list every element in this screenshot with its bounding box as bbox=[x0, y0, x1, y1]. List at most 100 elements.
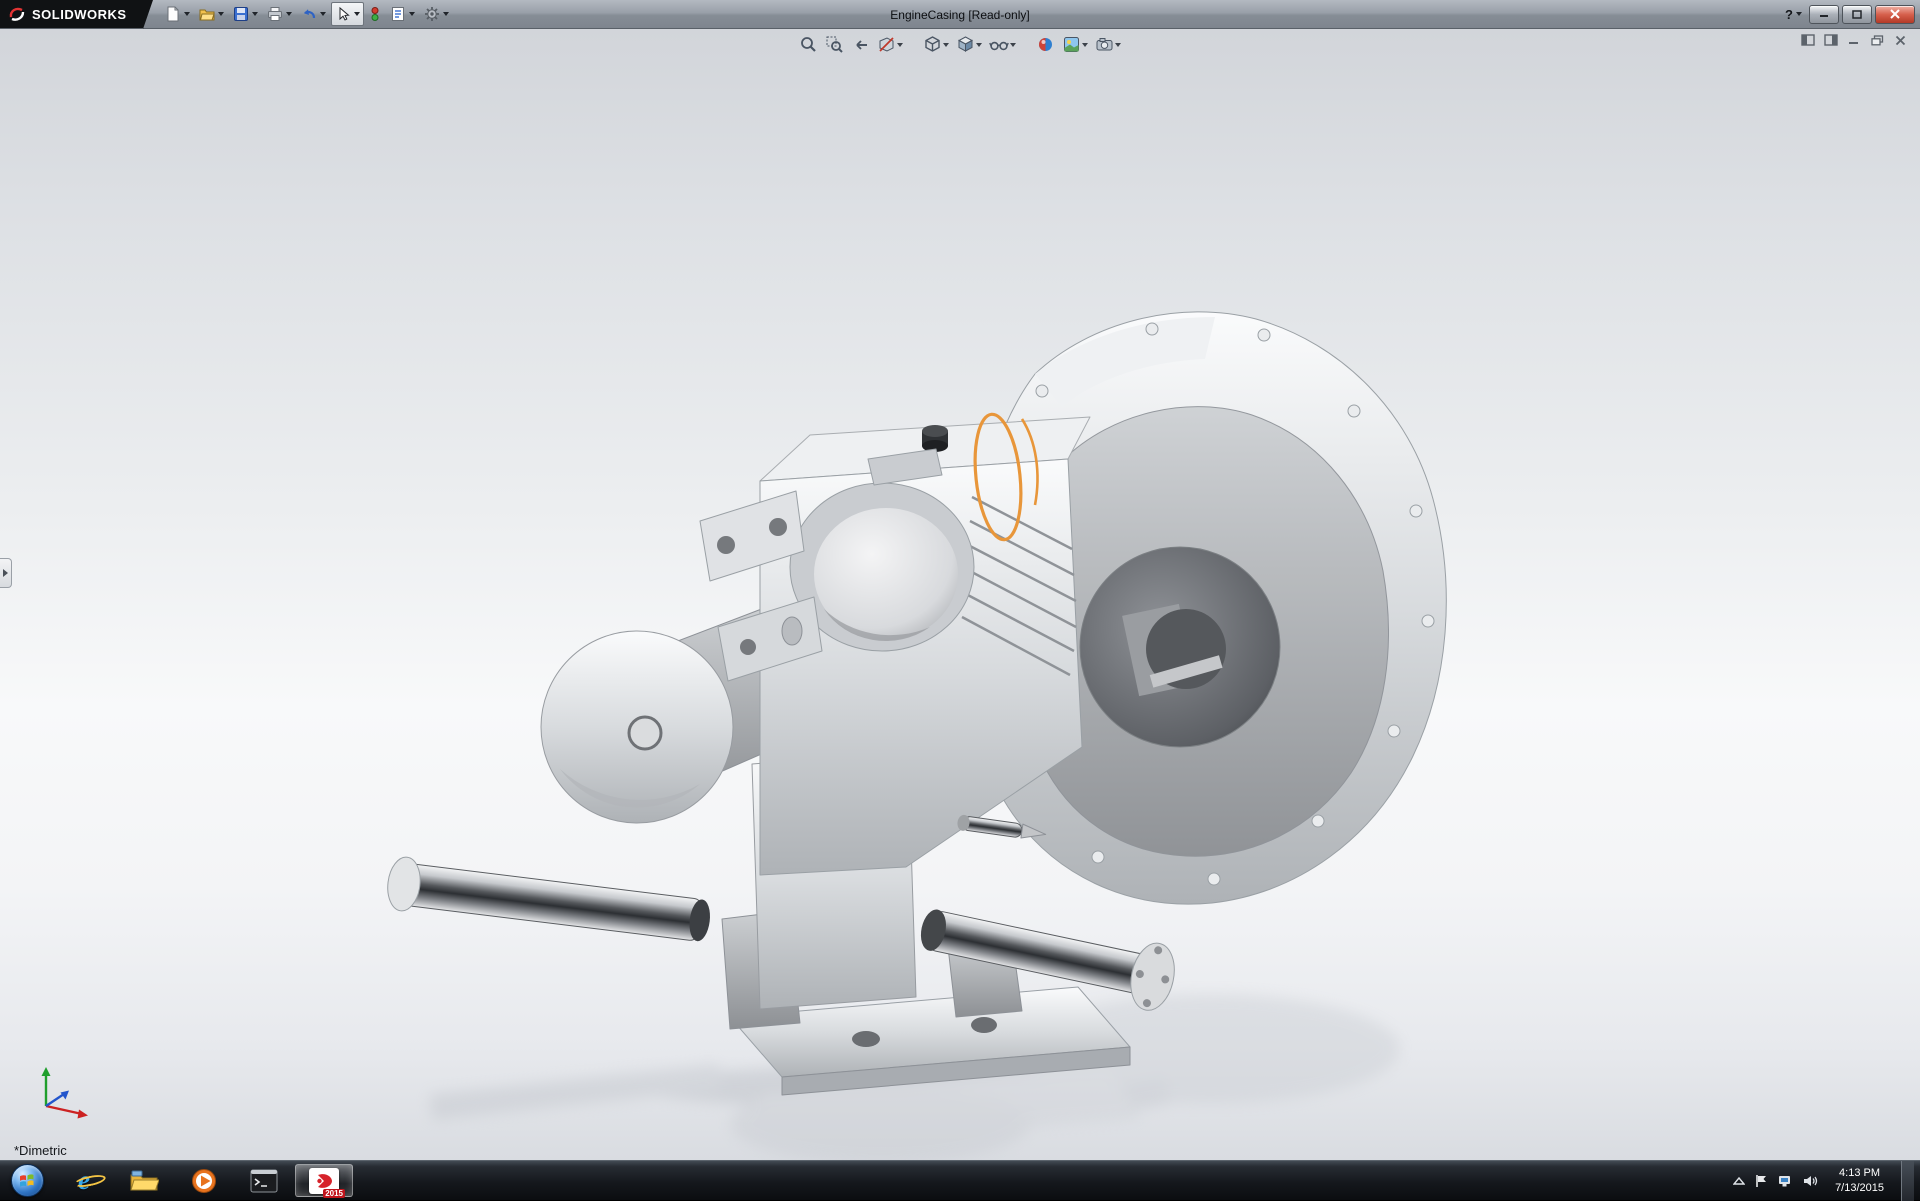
clock-date: 7/13/2015 bbox=[1835, 1181, 1884, 1195]
apply-scene-icon bbox=[1062, 35, 1081, 54]
new-dropdown-arrow[interactable] bbox=[184, 12, 190, 16]
volume-icon bbox=[1802, 1174, 1818, 1188]
select-button[interactable] bbox=[331, 2, 364, 26]
close-icon bbox=[1890, 9, 1900, 19]
file-properties-dropdown-arrow[interactable] bbox=[409, 12, 415, 16]
volume-button[interactable] bbox=[1802, 1174, 1818, 1188]
view-orientation-dropdown-arrow[interactable] bbox=[943, 43, 949, 47]
graphics-area[interactable]: *Dimetric bbox=[0, 29, 1920, 1160]
apply-scene-dropdown-arrow[interactable] bbox=[1082, 43, 1088, 47]
open-dropdown-arrow[interactable] bbox=[218, 12, 224, 16]
save-dropdown-arrow[interactable] bbox=[252, 12, 258, 16]
solidworks-version-badge: 2015 bbox=[323, 1189, 345, 1198]
taskbar-item-command-prompt[interactable] bbox=[235, 1164, 293, 1197]
new-button[interactable] bbox=[161, 2, 194, 26]
command-prompt-icon bbox=[250, 1169, 278, 1193]
doc-restore-icon bbox=[1871, 35, 1884, 46]
display-style-button[interactable] bbox=[954, 33, 984, 56]
display-style-dropdown-arrow[interactable] bbox=[976, 43, 982, 47]
solidworks-app-icon: 2015 bbox=[309, 1168, 339, 1194]
clock-time: 4:13 PM bbox=[1835, 1166, 1884, 1180]
previous-view-icon bbox=[851, 35, 870, 54]
taskbar-item-media-player[interactable] bbox=[175, 1164, 233, 1197]
action-center-flag-icon bbox=[1754, 1174, 1768, 1188]
hidden-icons-button[interactable] bbox=[1733, 1176, 1745, 1186]
select-cursor-icon bbox=[335, 6, 351, 22]
help-dropdown-arrow[interactable] bbox=[1796, 12, 1802, 16]
open-button[interactable] bbox=[195, 2, 228, 26]
tile-left-icon bbox=[1801, 34, 1815, 46]
section-view-button[interactable] bbox=[875, 33, 905, 56]
hide-show-items-icon bbox=[989, 35, 1009, 54]
solidworks-logo-text: SOLIDWORKS bbox=[32, 7, 127, 22]
close-button[interactable] bbox=[1875, 5, 1915, 24]
network-icon bbox=[1777, 1174, 1793, 1188]
edit-appearance-button[interactable] bbox=[1034, 33, 1057, 56]
windows-taskbar: e 2015 bbox=[0, 1160, 1920, 1200]
zoom-to-area-icon bbox=[825, 35, 844, 54]
minimize-button[interactable] bbox=[1809, 5, 1839, 24]
zoom-to-area-button[interactable] bbox=[823, 33, 846, 56]
doc-tile-right-button[interactable] bbox=[1823, 33, 1839, 47]
titlebar-window-controls: ? bbox=[1781, 5, 1920, 24]
model-viewport[interactable] bbox=[0, 29, 1920, 1160]
maximize-button[interactable] bbox=[1842, 5, 1872, 24]
engine-casing-model[interactable] bbox=[385, 312, 1446, 1095]
new-document-icon bbox=[165, 6, 181, 22]
doc-close-icon bbox=[1895, 35, 1906, 46]
document-window-controls bbox=[1800, 33, 1908, 47]
hide-show-dropdown-arrow[interactable] bbox=[1010, 43, 1016, 47]
feature-manager-flyout-tab[interactable] bbox=[0, 558, 12, 588]
title-bar: SOLIDWORKS bbox=[0, 0, 1920, 29]
expand-arrow-icon bbox=[3, 569, 8, 577]
print-dropdown-arrow[interactable] bbox=[286, 12, 292, 16]
view-orientation-label: *Dimetric bbox=[14, 1143, 67, 1158]
show-desktop-button[interactable] bbox=[1901, 1161, 1914, 1201]
rebuild-icon bbox=[369, 6, 381, 22]
view-settings-dropdown-arrow[interactable] bbox=[1115, 43, 1121, 47]
windows-explorer-icon bbox=[129, 1169, 159, 1193]
apply-scene-button[interactable] bbox=[1060, 33, 1090, 56]
minimize-icon bbox=[1819, 10, 1829, 18]
doc-close-button[interactable] bbox=[1892, 33, 1908, 47]
hidden-icons-chevron-icon bbox=[1733, 1176, 1745, 1186]
left-shaft bbox=[385, 855, 713, 948]
open-folder-icon bbox=[199, 6, 215, 22]
tile-right-icon bbox=[1824, 34, 1838, 46]
rebuild-button[interactable] bbox=[365, 2, 385, 26]
taskbar-item-internet-explorer[interactable]: e bbox=[55, 1164, 113, 1197]
file-properties-button[interactable] bbox=[386, 2, 419, 26]
doc-minimize-icon bbox=[1848, 35, 1860, 45]
section-view-icon bbox=[877, 35, 896, 54]
doc-minimize-button[interactable] bbox=[1846, 33, 1862, 47]
options-dropdown-arrow[interactable] bbox=[443, 12, 449, 16]
view-settings-button[interactable] bbox=[1093, 33, 1123, 56]
network-button[interactable] bbox=[1777, 1174, 1793, 1188]
section-view-dropdown-arrow[interactable] bbox=[897, 43, 903, 47]
select-dropdown-arrow[interactable] bbox=[354, 12, 360, 16]
media-player-icon bbox=[191, 1168, 217, 1194]
previous-view-button[interactable] bbox=[849, 33, 872, 56]
doc-tile-left-button[interactable] bbox=[1800, 33, 1816, 47]
taskbar-item-solidworks[interactable]: 2015 bbox=[295, 1164, 353, 1197]
view-orientation-button[interactable] bbox=[921, 33, 951, 56]
save-button[interactable] bbox=[229, 2, 262, 26]
start-button[interactable] bbox=[0, 1161, 54, 1200]
doc-restore-button[interactable] bbox=[1869, 33, 1885, 47]
save-icon bbox=[233, 6, 249, 22]
action-center-button[interactable] bbox=[1754, 1174, 1768, 1188]
undo-button[interactable] bbox=[297, 2, 330, 26]
hide-show-items-button[interactable] bbox=[987, 33, 1018, 56]
solidworks-logo-icon bbox=[8, 5, 26, 23]
print-button[interactable] bbox=[263, 2, 296, 26]
options-button[interactable] bbox=[420, 2, 453, 26]
help-button[interactable]: ? bbox=[1781, 7, 1806, 22]
taskbar-item-windows-explorer[interactable] bbox=[115, 1164, 173, 1197]
heads-up-view-toolbar bbox=[797, 33, 1123, 56]
taskbar-clock[interactable]: 4:13 PM 7/13/2015 bbox=[1827, 1166, 1892, 1195]
zoom-to-fit-button[interactable] bbox=[797, 33, 820, 56]
print-icon bbox=[267, 6, 283, 22]
options-gear-icon bbox=[424, 6, 440, 22]
undo-dropdown-arrow[interactable] bbox=[320, 12, 326, 16]
system-tray: 4:13 PM 7/13/2015 bbox=[1727, 1161, 1920, 1200]
